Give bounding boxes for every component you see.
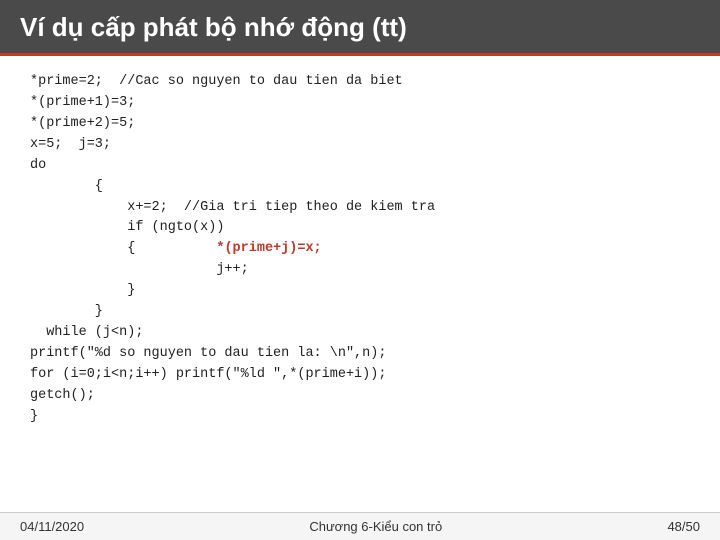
code-block: *prime=2; //Cac so nguyen to dau tien da… xyxy=(30,72,690,428)
code-line-5: do xyxy=(30,158,46,173)
code-line-8: if (ngto(x)) xyxy=(30,220,224,235)
code-line-11: } xyxy=(30,283,135,298)
code-line-2: *(prime+1)=3; xyxy=(30,95,135,110)
code-line-6: { xyxy=(30,179,103,194)
code-line-17: } xyxy=(30,409,38,424)
code-line-12: } xyxy=(30,304,103,319)
code-line-3: *(prime+2)=5; xyxy=(30,116,135,131)
code-line-1: *prime=2; //Cac so nguyen to dau tien da… xyxy=(30,74,403,89)
code-line-9: { *(prime+j)=x; xyxy=(30,241,322,256)
code-line-7: x+=2; //Gia tri tiep theo de kiem tra xyxy=(30,200,435,215)
footer-date: 04/11/2020 xyxy=(20,519,84,534)
code-line-16: getch(); xyxy=(30,388,95,403)
code-line-14: printf("%d so nguyen to dau tien la: \n"… xyxy=(30,346,386,361)
slide: Ví dụ cấp phát bộ nhớ động (tt) *prime=2… xyxy=(0,0,720,540)
footer-page: 48/50 xyxy=(667,519,700,534)
content-area: *prime=2; //Cac so nguyen to dau tien da… xyxy=(0,56,720,512)
code-line-10: j++; xyxy=(30,262,249,277)
slide-title: Ví dụ cấp phát bộ nhớ động (tt) xyxy=(20,12,700,43)
footer-chapter: Chương 6-Kiểu con trỏ xyxy=(309,519,442,534)
code-line-4: x=5; j=3; xyxy=(30,137,111,152)
code-line-15: for (i=0;i<n;i++) printf("%ld ",*(prime+… xyxy=(30,367,386,382)
footer: 04/11/2020 Chương 6-Kiểu con trỏ 48/50 xyxy=(0,512,720,540)
code-line-13: while (j<n); xyxy=(30,325,143,340)
title-bar: Ví dụ cấp phát bộ nhớ động (tt) xyxy=(0,0,720,56)
